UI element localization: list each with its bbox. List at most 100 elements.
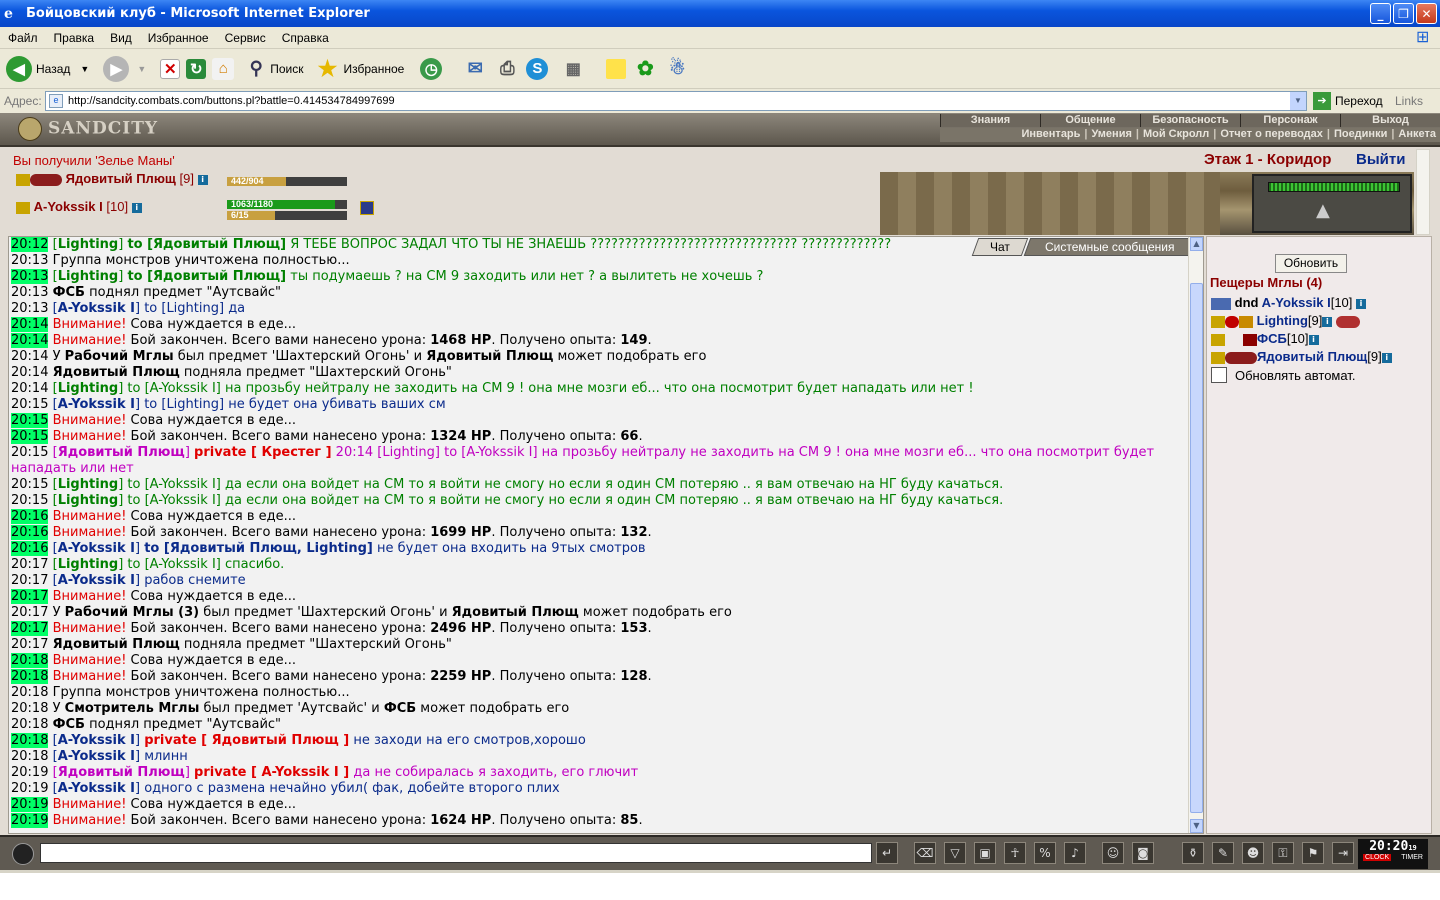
- chat-time[interactable]: 20:15: [11, 445, 48, 460]
- info-icon[interactable]: i: [1322, 316, 1333, 327]
- menu-edit[interactable]: Правка: [46, 31, 103, 45]
- chat-time[interactable]: 20:18: [11, 669, 49, 684]
- clear-icon[interactable]: ⌫: [914, 842, 936, 864]
- scroll-icon[interactable]: ✎: [1212, 842, 1234, 864]
- send-icon[interactable]: ↵: [876, 842, 898, 864]
- exit-icon[interactable]: ⇥: [1332, 842, 1354, 864]
- lock-icon[interactable]: ⚿: [1272, 842, 1294, 864]
- maximize-button[interactable]: ❐: [1393, 3, 1414, 24]
- nav-skills[interactable]: Умения: [1088, 128, 1136, 142]
- chat-time[interactable]: 20:14: [11, 365, 48, 380]
- map-panel[interactable]: ▲: [1252, 174, 1412, 233]
- scroll-up-icon[interactable]: ▲: [1190, 237, 1203, 251]
- icq-flower-icon[interactable]: ✿: [632, 56, 658, 82]
- chat-time[interactable]: 20:15: [11, 477, 48, 492]
- go-button[interactable]: Переход: [1335, 94, 1383, 108]
- chat-time[interactable]: 20:14: [11, 381, 48, 396]
- autorefresh-checkbox[interactable]: [1211, 367, 1227, 383]
- address-input[interactable]: e http://sandcity.combats.com/buttons.pl…: [45, 91, 1307, 111]
- potion-icon[interactable]: ⚱: [1182, 842, 1204, 864]
- me-name[interactable]: A-Yokssik I: [34, 199, 103, 214]
- helmet-icon[interactable]: ◙: [1132, 842, 1154, 864]
- nav-knowledge[interactable]: Знания: [940, 114, 1040, 127]
- go-arrow-icon[interactable]: ➔: [1313, 92, 1331, 110]
- tab-system-messages[interactable]: Системные сообщения: [1023, 238, 1197, 256]
- nav-profile[interactable]: Анкета: [1394, 128, 1440, 142]
- nav-fights[interactable]: Поединки: [1330, 128, 1391, 142]
- flag-icon[interactable]: ⚑: [1302, 842, 1324, 864]
- messenger-icon[interactable]: ☃: [664, 56, 690, 82]
- edit-icon[interactable]: ▦: [560, 56, 586, 82]
- refresh-button[interactable]: Обновить: [1275, 254, 1347, 273]
- player-row[interactable]: dnd A-Yokssik I[10] i: [1211, 295, 1367, 310]
- chat-time[interactable]: 20:18: [11, 717, 48, 732]
- chat-time[interactable]: 20:15: [11, 493, 48, 508]
- info-icon[interactable]: i: [197, 174, 208, 185]
- close-button[interactable]: ✕: [1416, 3, 1437, 24]
- scroll-thumb[interactable]: [1190, 283, 1203, 813]
- nav-security[interactable]: Безопасность: [1140, 114, 1240, 127]
- player-row[interactable]: Lighting[9] i: [1211, 313, 1360, 328]
- chat-time[interactable]: 20:12: [11, 237, 49, 252]
- sound-icon[interactable]: ♪: [1064, 842, 1086, 864]
- chat-time[interactable]: 20:17: [11, 637, 48, 652]
- info-icon[interactable]: i: [1381, 352, 1392, 363]
- walk-icon[interactable]: ☥: [1004, 842, 1026, 864]
- favorites-button[interactable]: ★ Избранное: [316, 53, 405, 85]
- chat-time[interactable]: 20:13: [11, 253, 48, 268]
- chat-time[interactable]: 20:15: [11, 397, 48, 412]
- info-icon[interactable]: i: [1308, 334, 1319, 345]
- nav-inventory[interactable]: Инвентарь: [1018, 128, 1085, 142]
- chat-message-input[interactable]: [40, 843, 872, 863]
- chat-time[interactable]: 20:15: [11, 413, 49, 428]
- chevron-down-icon[interactable]: ▼: [80, 64, 89, 74]
- nav-communication[interactable]: Общение: [1040, 114, 1140, 127]
- chat-time[interactable]: 20:17: [11, 605, 48, 620]
- player-name[interactable]: A-Yokssik I: [1262, 295, 1331, 310]
- menu-help[interactable]: Справка: [274, 31, 337, 45]
- home-icon[interactable]: ⌂: [212, 57, 235, 80]
- chat-time[interactable]: 20:16: [11, 541, 49, 556]
- chat-time[interactable]: 20:18: [11, 701, 48, 716]
- filter-icon[interactable]: ▽: [944, 842, 966, 864]
- chat-time[interactable]: 20:19: [11, 765, 48, 780]
- print-icon[interactable]: ⎙: [494, 56, 520, 82]
- chat-time[interactable]: 20:18: [11, 733, 49, 748]
- chat-time[interactable]: 20:17: [11, 589, 49, 604]
- back-button[interactable]: ◀ Назад ▼: [6, 53, 89, 85]
- pet-icon[interactable]: ☻: [1242, 842, 1264, 864]
- nav-transfers[interactable]: Отчет о переводах: [1216, 128, 1327, 142]
- info-scrollbar[interactable]: [1416, 149, 1430, 235]
- info-icon[interactable]: i: [1356, 298, 1367, 309]
- timer-label[interactable]: TIMER: [1401, 854, 1423, 861]
- skype-icon[interactable]: S: [526, 57, 549, 80]
- menu-file[interactable]: Файл: [0, 31, 46, 45]
- chat-time[interactable]: 20:13: [11, 269, 49, 284]
- chat-time[interactable]: 20:17: [11, 621, 49, 636]
- forward-button[interactable]: ▶ ▼: [95, 53, 146, 85]
- percent-icon[interactable]: %: [1034, 842, 1056, 864]
- player-row[interactable]: Ядовитый Плющ[9] i: [1211, 349, 1392, 364]
- chat-time[interactable]: 20:19: [11, 813, 49, 828]
- chat-time[interactable]: 20:18: [11, 685, 48, 700]
- refresh-icon[interactable]: ↻: [186, 58, 207, 79]
- player-row[interactable]: ФСБ[10] i: [1211, 331, 1319, 346]
- menu-view[interactable]: Вид: [102, 31, 140, 45]
- chat-time[interactable]: 20:19: [11, 797, 49, 812]
- player-name[interactable]: Ядовитый Плющ: [1257, 349, 1367, 364]
- chat-scrollbar[interactable]: ▲ ▼: [1188, 237, 1203, 833]
- nav-character[interactable]: Персонаж: [1240, 114, 1340, 127]
- nav-exit[interactable]: Выход: [1340, 114, 1440, 127]
- stop-icon[interactable]: ✕: [160, 58, 181, 79]
- smile-icon[interactable]: ☺: [1102, 842, 1124, 864]
- nav-scroll[interactable]: Мой Скролл: [1139, 128, 1213, 142]
- search-button[interactable]: ⚲ Поиск: [246, 53, 304, 85]
- links-button[interactable]: Links: [1395, 94, 1423, 108]
- chat-time[interactable]: 20:16: [11, 525, 49, 540]
- chat-time[interactable]: 20:13: [11, 301, 48, 316]
- player-name[interactable]: Lighting: [1257, 313, 1308, 328]
- menu-tools[interactable]: Сервис: [217, 31, 274, 45]
- chevron-down-icon[interactable]: ▼: [137, 64, 146, 74]
- chat-time[interactable]: 20:16: [11, 509, 49, 524]
- exit-link[interactable]: Выйти: [1356, 151, 1405, 168]
